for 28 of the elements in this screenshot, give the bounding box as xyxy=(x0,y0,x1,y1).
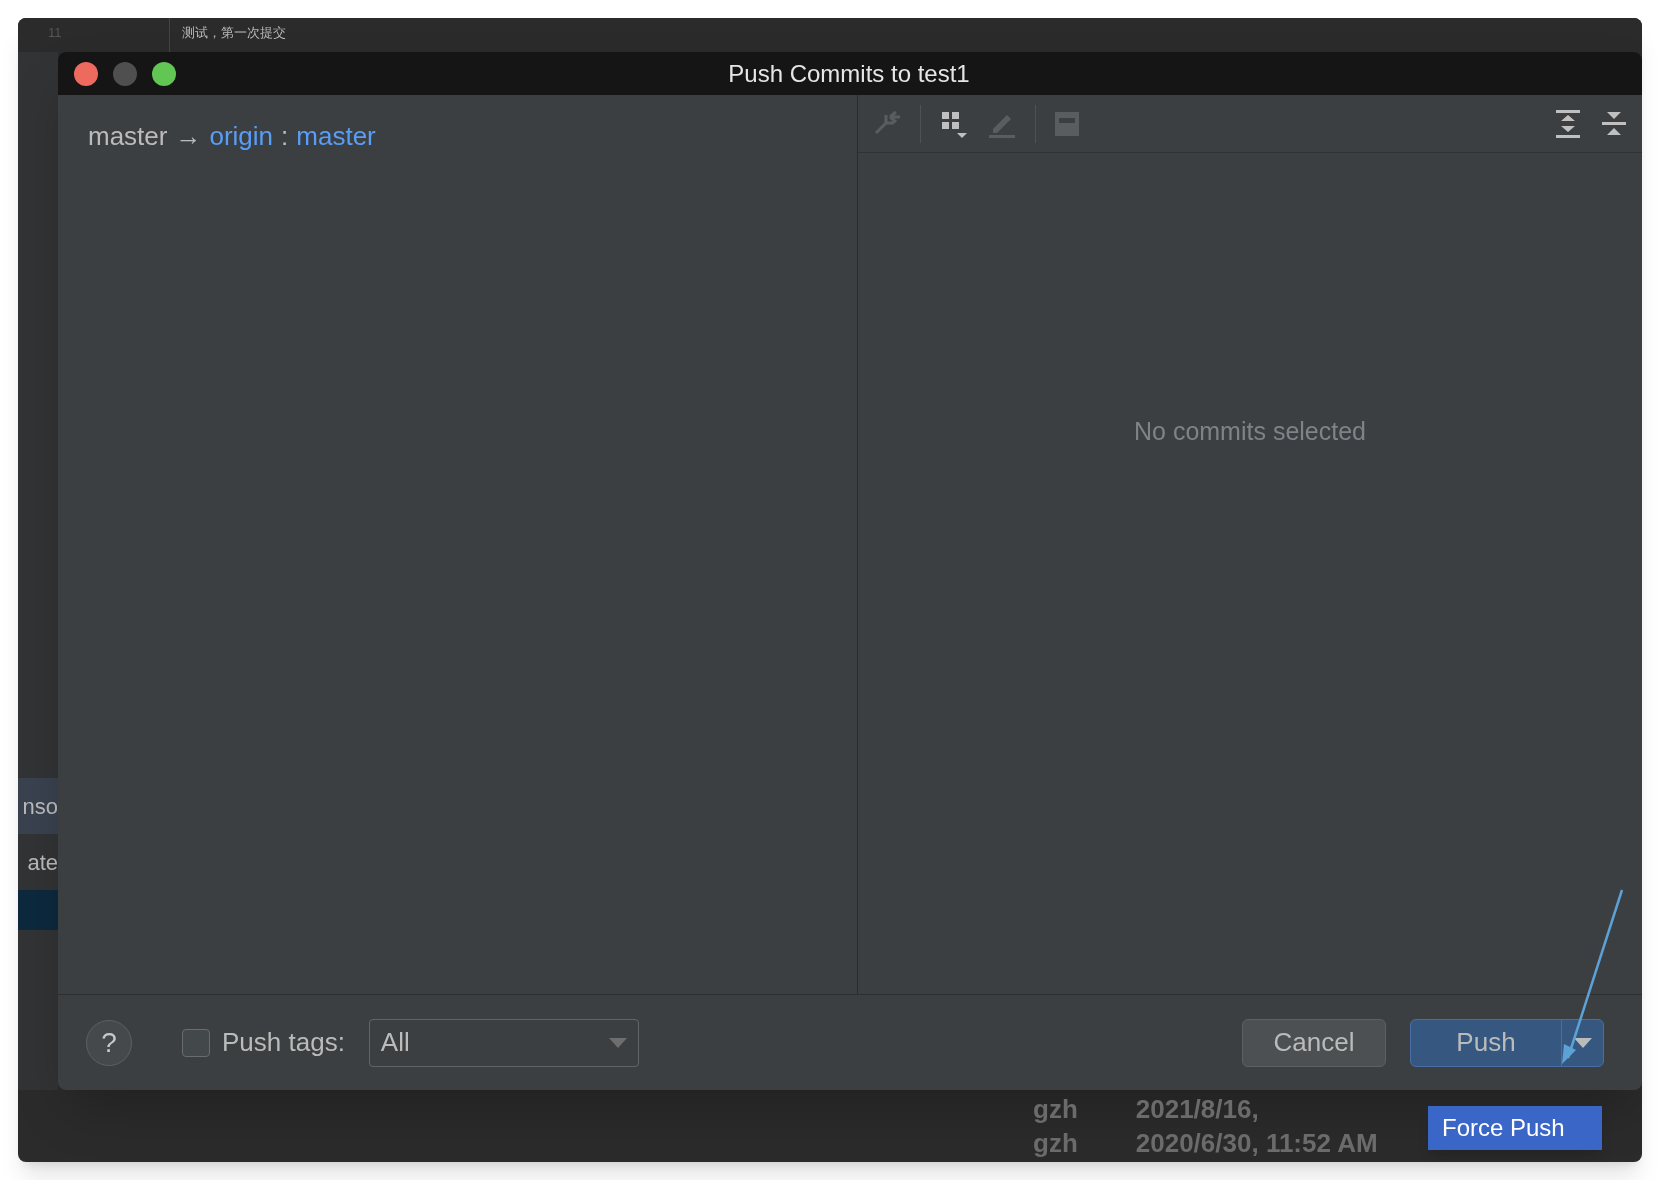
menu-item[interactable]: Force Push xyxy=(1428,1106,1602,1150)
separator-text: : xyxy=(281,120,289,153)
log-author: gzh xyxy=(1033,1126,1078,1160)
log-date: 2020/6/30, 11:52 AM xyxy=(1135,1126,1378,1160)
dialog-title: Push Commits to test1 xyxy=(727,58,971,89)
caret-icon xyxy=(608,1037,627,1048)
push-tags-label: Push tags: xyxy=(222,1026,345,1059)
selected-row-highlight xyxy=(18,890,58,930)
remote-link[interactable]: origin xyxy=(209,117,274,156)
commit-message: 测试，第一次提交 xyxy=(181,24,286,42)
minimize-button[interactable] xyxy=(113,61,137,86)
push-tags-checkbox[interactable] xyxy=(182,1028,210,1057)
log-date: 2021/8/16, xyxy=(1135,1092,1259,1126)
side-panel-item[interactable]: nso xyxy=(18,778,58,834)
tags-dropdown[interactable]: All xyxy=(368,1018,639,1067)
zoom-button[interactable] xyxy=(152,61,176,86)
log-author: gzh xyxy=(1033,1092,1078,1126)
push-button[interactable]: Push xyxy=(1411,1019,1561,1066)
remote-branch-link[interactable]: master xyxy=(296,117,376,156)
local-branch: master xyxy=(88,120,168,153)
help-button[interactable]: ? xyxy=(86,1019,132,1066)
side-panel-item[interactable]: ate xyxy=(18,834,58,890)
cancel-button[interactable]: Cancel xyxy=(1242,1018,1386,1067)
caret-icon xyxy=(1573,1037,1592,1048)
empty-state-text: No commits selected xyxy=(1134,416,1366,447)
expand-all-icon[interactable] xyxy=(1554,108,1582,139)
close-button[interactable] xyxy=(74,61,98,86)
arrow-text: → xyxy=(175,120,202,153)
